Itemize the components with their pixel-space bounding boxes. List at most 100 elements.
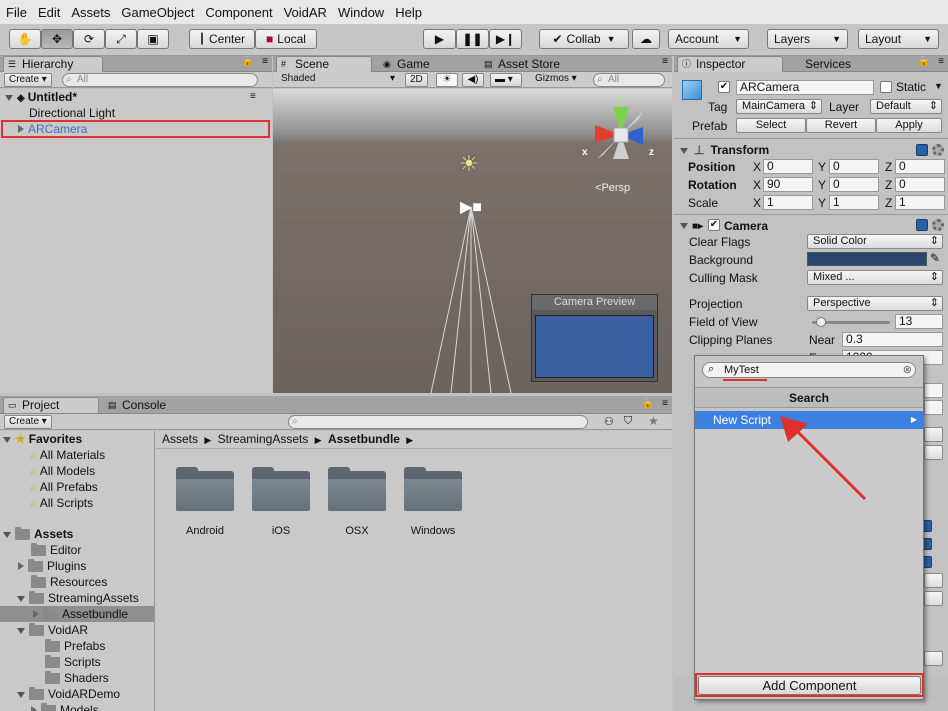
hierarchy-item-arcamera[interactable]: ARCamera [0, 121, 272, 137]
clear-flags-dropdown[interactable]: Solid Color ⇕ [807, 234, 943, 249]
tab-console[interactable]: ▤ Console [103, 397, 199, 413]
position-z-field[interactable]: 0 [895, 159, 945, 174]
scene-viewport[interactable]: ☀ ▶■ y x z <Persp Camera Preview [273, 89, 672, 393]
asset-folder-android[interactable] [176, 467, 234, 511]
prefab-revert-button[interactable]: Revert [806, 118, 876, 133]
help-book-icon[interactable] [916, 144, 928, 156]
menu-voidar[interactable]: VoidAR [284, 5, 327, 20]
rotation-z-field[interactable]: 0 [895, 177, 945, 192]
hidden-dropdown[interactable] [924, 445, 943, 460]
tab-hierarchy[interactable]: ☰ Hierarchy [3, 56, 103, 72]
scale-x-field[interactable]: 1 [763, 195, 813, 210]
tab-game[interactable]: ◉ Game [378, 56, 472, 72]
position-y-field[interactable]: 0 [829, 159, 879, 174]
camera-component-header[interactable]: ■▸ [680, 217, 705, 233]
menu-file[interactable]: File [6, 5, 27, 20]
panel-menu-icon[interactable]: ≡ [662, 56, 668, 67]
panel-menu-icon[interactable]: ≡ [662, 398, 668, 409]
orientation-gizmo[interactable] [583, 97, 663, 175]
lock-icon[interactable]: 🔒 [242, 56, 254, 67]
tag-dropdown[interactable]: MainCamera ⇕ [736, 99, 822, 114]
gizmos-dropdown[interactable]: Gizmos ▾ [531, 73, 581, 87]
component-search-input[interactable]: ⌕ MyTest ⊗ [702, 362, 916, 378]
background-color-swatch[interactable] [807, 252, 927, 266]
near-clip-field[interactable]: 0.3 [842, 332, 943, 347]
persp-label[interactable]: <Persp [595, 182, 630, 194]
filter-type-icon[interactable]: ⚇ [604, 415, 614, 428]
fov-slider[interactable] [812, 317, 890, 327]
clear-search-icon[interactable]: ⊗ [903, 363, 912, 376]
favorites-header[interactable]: ★ Favorites [3, 431, 82, 447]
pivot-local-toggle[interactable]: ■ Local [255, 29, 317, 49]
scene-search-input[interactable]: ⌕ All [593, 73, 665, 87]
rotation-y-field[interactable]: 0 [829, 177, 879, 192]
rect-tool-button[interactable]: ▣ [137, 29, 169, 49]
fov-slider-thumb[interactable] [816, 317, 827, 327]
tree-folder-voidardemo[interactable]: VoidARDemo [17, 686, 120, 702]
gear-icon[interactable] [932, 144, 944, 156]
assets-root[interactable]: Assets [3, 526, 73, 542]
audio-toggle[interactable]: ◀) [462, 73, 484, 87]
breadcrumb-streamingassets[interactable]: StreamingAssets [218, 432, 309, 446]
hidden-dropdown[interactable] [924, 591, 943, 606]
scale-tool-button[interactable]: ⤢ [105, 29, 137, 49]
tab-asset-store[interactable]: ▤ Asset Store [479, 56, 579, 72]
hidden-dropdown[interactable] [924, 427, 943, 442]
favorite-all-materials[interactable]: ⌕ All Materials [30, 447, 105, 463]
tree-folder-scripts[interactable]: Scripts [45, 654, 101, 670]
active-checkbox[interactable]: ✔ [718, 81, 730, 93]
directional-light-icon[interactable]: ☀ [459, 151, 479, 177]
hidden-field[interactable] [924, 400, 943, 415]
asset-folder-ios[interactable] [252, 467, 310, 511]
account-dropdown[interactable]: Account ▼ [668, 29, 749, 49]
prefab-select-button[interactable]: Select [736, 118, 806, 133]
collab-button[interactable]: ✔ Collab ▼ [539, 29, 629, 49]
effects-dropdown[interactable]: ▬ ▾ [490, 73, 522, 87]
lighting-toggle[interactable]: ☀ [436, 73, 458, 87]
tree-folder-assetbundle[interactable]: Assetbundle [0, 606, 154, 622]
pivot-center-toggle[interactable]: ┃ Center [189, 29, 255, 49]
layout-dropdown[interactable]: Layout ▼ [858, 29, 939, 49]
scale-y-field[interactable]: 1 [829, 195, 879, 210]
step-button[interactable]: ▶❙ [489, 29, 522, 49]
camera-gizmo-icon[interactable]: ▶■ [460, 197, 482, 217]
eyedropper-icon[interactable]: ✎ [930, 251, 940, 265]
tree-folder-shaders[interactable]: Shaders [45, 670, 109, 686]
favorite-all-models[interactable]: ⌕ All Models [30, 463, 95, 479]
tab-scene[interactable]: # Scene [276, 56, 372, 72]
project-search-input[interactable]: ⌕ [288, 415, 588, 429]
panel-menu-icon[interactable]: ≡ [262, 56, 268, 67]
tab-inspector[interactable]: ⓘ Inspector [677, 56, 783, 72]
hand-tool-button[interactable]: ✋ [9, 29, 41, 49]
play-button[interactable]: ▶ [423, 29, 456, 49]
panel-menu-icon[interactable]: ≡ [938, 56, 944, 67]
scale-z-field[interactable]: 1 [895, 195, 945, 210]
shading-mode-dropdown[interactable]: Shaded ▾ [277, 73, 397, 87]
favorite-star-icon[interactable]: ★ [648, 414, 659, 428]
object-name-field[interactable]: ARCamera [736, 80, 874, 95]
gear-icon[interactable] [932, 219, 944, 231]
add-component-button[interactable]: Add Component [698, 676, 921, 695]
tree-folder-resources[interactable]: Resources [31, 574, 107, 590]
transform-header[interactable]: ⊥ Transform [680, 142, 769, 158]
fov-field[interactable]: 13 [895, 314, 943, 329]
layers-dropdown[interactable]: Layers ▼ [767, 29, 848, 49]
menu-edit[interactable]: Edit [38, 5, 60, 20]
tab-services[interactable]: Services [786, 56, 876, 72]
lock-icon[interactable]: 🔒 [918, 56, 930, 67]
tree-folder-voidar[interactable]: VoidAR [17, 622, 88, 638]
help-book-icon[interactable] [916, 219, 928, 231]
menu-window[interactable]: Window [338, 5, 384, 20]
tree-folder-streamingassets[interactable]: StreamingAssets [17, 590, 139, 606]
tree-folder-prefabs[interactable]: Prefabs [45, 638, 105, 654]
tab-project[interactable]: ▭ Project [3, 397, 99, 413]
breadcrumb-assetbundle[interactable]: Assetbundle [328, 432, 400, 446]
position-x-field[interactable]: 0 [763, 159, 813, 174]
tree-folder-editor[interactable]: Editor [31, 542, 81, 558]
hierarchy-create-button[interactable]: Create ▾ [4, 73, 52, 87]
tree-folder-models[interactable]: Models [31, 702, 99, 711]
asset-folder-windows[interactable] [404, 467, 462, 511]
2d-toggle[interactable]: 2D [405, 73, 428, 87]
camera-enabled-checkbox[interactable]: ✔ [708, 219, 720, 231]
prefab-apply-button[interactable]: Apply [876, 118, 942, 133]
